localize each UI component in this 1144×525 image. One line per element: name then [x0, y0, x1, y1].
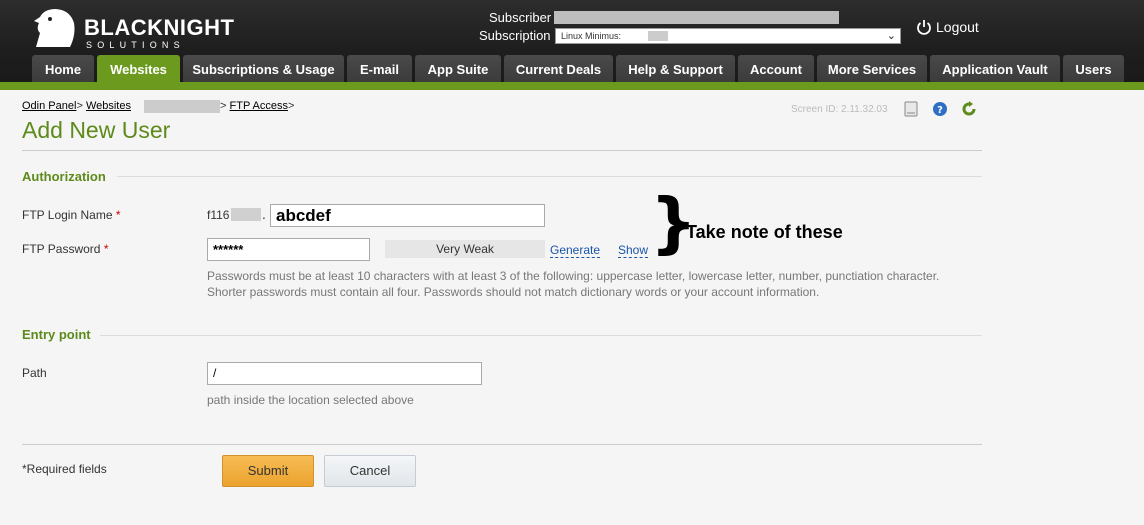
login-prefix: f116: [207, 208, 230, 222]
section-divider: [100, 335, 982, 336]
help-icon[interactable]: ?: [931, 100, 949, 118]
nav-underline: [0, 82, 1144, 90]
ftp-login-input[interactable]: abcdef: [270, 204, 545, 227]
subscription-select[interactable]: Linux Minimus: ⌄: [555, 28, 901, 44]
subscription-value-redacted: [648, 31, 668, 41]
power-icon: [917, 20, 931, 35]
generate-password-link[interactable]: Generate: [550, 243, 601, 258]
ftp-login-label: FTP Login Name *: [22, 208, 121, 222]
breadcrumb-tail: > FTP Access>: [220, 100, 295, 112]
required-fields-note: *Required fields: [22, 462, 107, 476]
path-hint: path inside the location selected above: [207, 393, 414, 407]
footer-divider: [22, 444, 982, 445]
chevron-down-icon: ⌄: [886, 30, 896, 42]
subscription-value: Linux Minimus:: [561, 31, 622, 41]
path-input[interactable]: /: [207, 362, 482, 385]
knight-icon: [34, 9, 75, 47]
top-header: BLACKNIGHT SOLUTIONS Subscriber Subscrip…: [0, 0, 1144, 90]
section-entry-point-title: Entry point: [22, 327, 91, 342]
section-divider: [117, 176, 982, 177]
brand-subtitle: SOLUTIONS: [86, 40, 185, 50]
document-icon[interactable]: [902, 100, 920, 118]
breadcrumb-ftp-access[interactable]: FTP Access: [230, 100, 288, 112]
section-authorization-title: Authorization: [22, 169, 106, 184]
title-divider: [22, 150, 982, 151]
ftp-password-label: FTP Password *: [22, 242, 109, 256]
page-title: Add New User: [22, 117, 171, 143]
ftp-password-input[interactable]: ******: [207, 238, 370, 261]
password-hint: Passwords must be at least 10 characters…: [207, 269, 940, 299]
show-password-link[interactable]: Show: [618, 243, 649, 258]
submit-button[interactable]: Submit: [222, 455, 314, 487]
path-label: Path: [22, 366, 47, 380]
breadcrumb-domain-redacted: [144, 100, 220, 113]
login-prefix-redacted: [231, 208, 261, 221]
subscription-label: Subscription: [479, 28, 551, 43]
subscriber-label: Subscriber: [489, 10, 552, 25]
subscriber-value-redacted: [554, 11, 839, 24]
blacknight-logo[interactable]: BLACKNIGHT SOLUTIONS: [30, 7, 234, 50]
password-strength-meter: Very Weak: [385, 240, 545, 258]
cancel-button[interactable]: Cancel: [324, 455, 416, 487]
breadcrumb-websites[interactable]: Websites: [86, 100, 131, 112]
login-prefix-dot: .: [262, 208, 266, 222]
refresh-icon[interactable]: [960, 100, 978, 118]
logout-label: Logout: [936, 19, 979, 35]
breadcrumb-odin-panel[interactable]: Odin Panel: [22, 100, 76, 112]
screen-id: Screen ID: 2.11.32.03: [791, 104, 888, 115]
breadcrumb: Odin Panel> Websites: [22, 100, 131, 112]
svg-text:?: ?: [937, 105, 943, 116]
annotation-note: Take note of these: [686, 222, 843, 242]
brand-name: BLACKNIGHT: [84, 15, 235, 40]
